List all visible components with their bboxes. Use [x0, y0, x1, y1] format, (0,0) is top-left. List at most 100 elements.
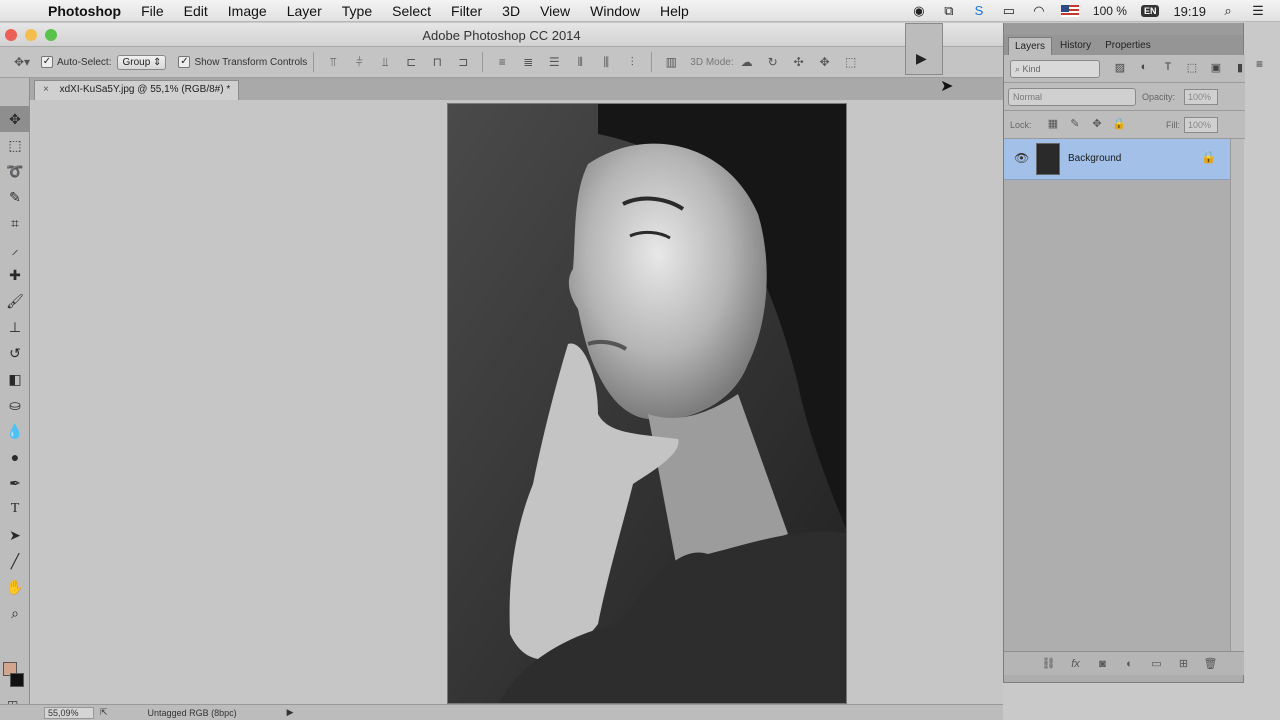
filter-adjustment-icon[interactable]: ◐ [1132, 61, 1156, 74]
new-group-icon[interactable]: ▭ [1143, 657, 1170, 670]
path-select-tool-icon[interactable]: ➤ [0, 522, 30, 548]
close-tab-icon[interactable]: × [43, 84, 49, 95]
background-color-swatch[interactable] [10, 673, 24, 687]
menu-type[interactable]: Type [332, 3, 382, 19]
new-adjustment-icon[interactable]: ◐ [1116, 658, 1143, 670]
align-hcenter-icon[interactable]: ⊓ [425, 52, 449, 72]
layer-filter-kind-dropdown[interactable]: ⌕ Kind [1010, 60, 1100, 78]
type-tool-icon[interactable]: T [0, 496, 30, 522]
align-top-icon[interactable]: ⫪ [321, 52, 345, 72]
clock[interactable]: 19:19 [1173, 4, 1206, 19]
auto-align-icon[interactable]: ▥ [659, 52, 683, 72]
lock-all-icon[interactable]: 🔒 [1108, 117, 1130, 130]
lock-position-icon[interactable]: ✥ [1086, 117, 1108, 130]
auto-select-option[interactable]: ✓ Auto-Select: [41, 56, 111, 68]
panel-menu-icon[interactable]: ≡ [1256, 57, 1263, 71]
dodge-tool-icon[interactable]: ● [0, 444, 30, 470]
move-tool-icon[interactable]: ✥ [0, 106, 30, 132]
3d-scale-icon[interactable]: ⬚ [839, 52, 863, 72]
distribute-vcenter-icon[interactable]: ≣ [516, 52, 540, 72]
notification-list-icon[interactable]: ☰ [1250, 3, 1266, 19]
distribute-right-icon[interactable]: ⫶ [620, 52, 644, 72]
distribute-left-icon[interactable]: ⦀ [568, 52, 592, 72]
line-tool-icon[interactable]: ╱ [0, 548, 30, 574]
flag-icon[interactable] [1060, 5, 1079, 17]
zoom-level-field[interactable]: 55,09% [44, 706, 94, 719]
layer-name[interactable]: Background [1068, 153, 1121, 164]
layer-thumbnail[interactable] [1036, 143, 1060, 175]
menu-window[interactable]: Window [580, 3, 650, 19]
eyedropper-tool-icon[interactable]: ⸝ [0, 236, 30, 262]
history-brush-tool-icon[interactable]: ↺ [0, 340, 30, 366]
tab-layers[interactable]: Layers [1008, 37, 1053, 55]
tab-history[interactable]: History [1054, 37, 1097, 55]
fill-field[interactable]: 100% [1184, 117, 1218, 133]
play-icon[interactable]: ▶ [916, 50, 927, 67]
move-tool-preset-icon[interactable]: ✥▾ [10, 52, 34, 72]
layer-row-background[interactable]: 👁 Background 🔒 [1004, 139, 1230, 180]
crop-tool-icon[interactable]: ⌗ [0, 210, 30, 236]
record-icon[interactable]: ◉ [911, 3, 927, 19]
opacity-field[interactable]: 100% [1184, 89, 1218, 105]
3d-slide-icon[interactable]: ✥ [813, 52, 837, 72]
eraser-tool-icon[interactable]: ◧ [0, 366, 30, 392]
menu-3d[interactable]: 3D [492, 3, 530, 19]
status-menu-arrow-icon[interactable]: ▶ [287, 707, 294, 718]
healing-brush-tool-icon[interactable]: ✚ [0, 262, 30, 288]
distribute-bottom-icon[interactable]: ☰ [542, 52, 566, 72]
menu-app-name[interactable]: Photoshop [42, 3, 131, 19]
input-source-badge[interactable]: EN [1140, 5, 1160, 17]
clone-stamp-tool-icon[interactable]: ⊥ [0, 314, 30, 340]
link-layers-icon[interactable]: ⛓ [1035, 657, 1062, 670]
skype-icon[interactable]: S [971, 3, 987, 19]
menu-help[interactable]: Help [650, 3, 699, 19]
menu-layer[interactable]: Layer [277, 3, 332, 19]
menu-file[interactable]: File [131, 3, 174, 19]
align-bottom-icon[interactable]: ⫫ [373, 52, 397, 72]
3d-orbit-icon[interactable]: ☁ [735, 52, 759, 72]
menu-filter[interactable]: Filter [441, 3, 492, 19]
tab-properties[interactable]: Properties [1099, 37, 1157, 55]
pen-tool-icon[interactable]: ✒ [0, 470, 30, 496]
airplay-icon[interactable]: ▭ [1001, 3, 1017, 19]
delete-layer-icon[interactable]: 🗑 [1197, 657, 1224, 670]
canvas-area[interactable] [31, 100, 1003, 704]
layers-scrollbar[interactable] [1230, 139, 1244, 651]
auto-select-checkbox[interactable]: ✓ [41, 56, 53, 68]
zoom-tool-icon[interactable]: ⌕ [0, 600, 30, 626]
visibility-eye-icon[interactable]: 👁 [1014, 151, 1029, 165]
filter-shape-icon[interactable]: ⬚ [1180, 61, 1204, 74]
distribute-top-icon[interactable]: ≡ [490, 52, 514, 72]
brush-tool-icon[interactable]: 🖌 [0, 288, 30, 314]
align-vcenter-icon[interactable]: ⫩ [347, 52, 371, 72]
blend-mode-dropdown[interactable]: Normal [1008, 88, 1136, 106]
align-left-icon[interactable]: ⊏ [399, 52, 423, 72]
show-transform-option[interactable]: ✓ Show Transform Controls [178, 56, 307, 68]
auto-select-dropdown[interactable]: Group ⇕ [117, 54, 167, 70]
menu-select[interactable]: Select [382, 3, 441, 19]
show-transform-checkbox[interactable]: ✓ [178, 56, 191, 68]
lock-image-icon[interactable]: ✎ [1064, 117, 1086, 130]
panel-grip[interactable] [1004, 23, 1243, 35]
document-tab[interactable]: × xdXI-KuSa5Y.jpg @ 55,1% (RGB/8#) * [34, 80, 240, 100]
menu-image[interactable]: Image [218, 3, 277, 19]
export-icon[interactable]: ⇱ [100, 707, 108, 718]
spotlight-search-icon[interactable]: ⌕ [1220, 3, 1236, 19]
filter-type-icon[interactable]: T [1156, 61, 1180, 74]
menu-edit[interactable]: Edit [174, 3, 218, 19]
paint-bucket-tool-icon[interactable]: ⛀ [0, 392, 30, 418]
align-right-icon[interactable]: ⊐ [451, 52, 475, 72]
lasso-tool-icon[interactable]: ➰ [0, 158, 30, 184]
lock-transparent-icon[interactable]: ▦ [1042, 117, 1064, 130]
marquee-tool-icon[interactable]: ⬚ [0, 132, 30, 158]
3d-roll-icon[interactable]: ↻ [761, 52, 785, 72]
new-layer-icon[interactable]: ⊞ [1170, 657, 1197, 670]
window-switch-icon[interactable]: ⧉ [941, 3, 957, 19]
quick-select-tool-icon[interactable]: ✎ [0, 184, 30, 210]
blur-tool-icon[interactable]: 💧 [0, 418, 30, 444]
menu-view[interactable]: View [530, 3, 580, 19]
document-image[interactable] [447, 103, 847, 704]
filter-pixel-icon[interactable]: ▨ [1108, 61, 1132, 74]
wifi-icon[interactable]: ◠ [1031, 3, 1047, 19]
layer-style-fx-icon[interactable]: fx [1062, 658, 1089, 670]
